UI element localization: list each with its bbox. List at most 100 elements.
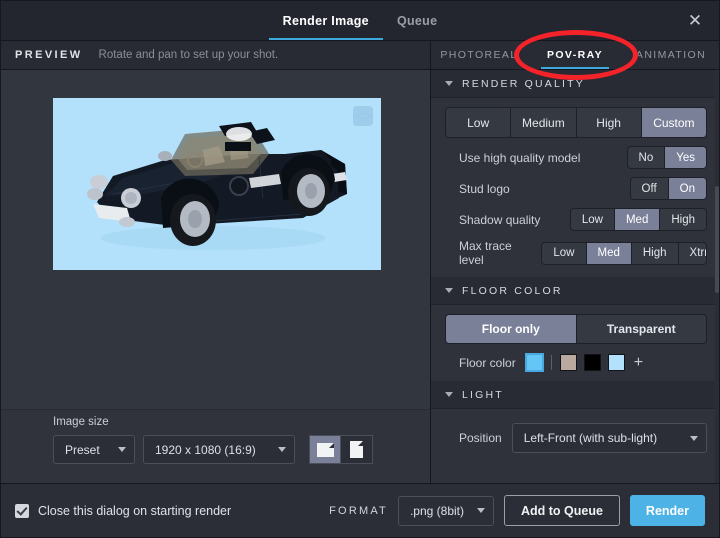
stud-logo-toggle: Off On (629, 177, 707, 200)
preview-canvas[interactable] (53, 98, 381, 270)
floor-color-swatch-3[interactable] (607, 354, 625, 371)
settings-column: PHOTOREAL POV-RAY ANIMATION RENDER QUALI… (431, 41, 719, 483)
shadow-quality-med[interactable]: Med (614, 209, 661, 230)
floor-color-swatch-2[interactable] (583, 354, 601, 371)
stud-logo-off[interactable]: Off (630, 178, 669, 199)
light-position-value: Left-Front (with sub-light) (523, 431, 658, 445)
add-to-queue-button[interactable]: Add to Queue (503, 495, 620, 526)
floor-mode-group: Floor only Transparent (445, 314, 707, 344)
option-label-max-trace-level: Max trace level (459, 239, 512, 267)
preview-hint: Rotate and pan to set up your shot. (98, 49, 279, 61)
quality-preset-medium[interactable]: Medium (511, 108, 577, 137)
settings-scrollbar[interactable] (715, 70, 719, 483)
max-trace-xtrm[interactable]: Xtrm (678, 242, 707, 264)
shadow-quality-high[interactable]: High (660, 209, 706, 230)
tab-animation[interactable]: ANIMATION (623, 41, 719, 69)
fit-view-icon[interactable] (353, 106, 373, 126)
section-body-light: Position Left-Front (with sub-light) (431, 409, 719, 463)
option-row-high-quality-model: Use high quality model No Yes (445, 146, 707, 169)
max-trace-med[interactable]: Med (586, 242, 632, 264)
preview-viewport[interactable] (1, 70, 430, 409)
image-size-bar: Image size Preset 1920 x 1080 (16:9) (1, 409, 430, 483)
tab-photoreal[interactable]: PHOTOREAL (431, 41, 527, 69)
scrollbar-thumb[interactable] (715, 185, 719, 293)
tab-pov-ray[interactable]: POV-RAY (527, 41, 623, 69)
max-trace-low[interactable]: Low (542, 242, 587, 264)
shadow-quality-group: Low Med High (569, 208, 707, 231)
dialog-titlebar: Render Image Queue ✕ (1, 1, 719, 41)
dialog-tab-group: Render Image Queue (268, 1, 452, 40)
preset-dropdown-value: Preset (65, 442, 100, 457)
format-dropdown-value: .png (8bit) (409, 503, 464, 518)
chevron-down-icon[interactable] (445, 288, 453, 293)
section-body-floor-color: Floor only Transparent Floor color + (431, 305, 719, 381)
preview-header: PREVIEW Rotate and pan to set up your sh… (1, 41, 430, 70)
option-row-shadow-quality: Shadow quality Low Med High (445, 208, 707, 231)
orientation-group (309, 435, 373, 464)
floor-mode-transparent[interactable]: Transparent (576, 315, 706, 343)
light-position-row: Position Left-Front (with sub-light) (445, 423, 707, 453)
floor-color-swatch-1[interactable] (559, 354, 577, 371)
close-on-render-label: Close this dialog on starting render (38, 503, 232, 518)
checkbox-icon[interactable] (15, 503, 29, 518)
section-header-render-quality[interactable]: RENDER QUALITY (431, 70, 719, 98)
image-size-controls: Preset 1920 x 1080 (16:9) (53, 435, 430, 464)
chevron-down-icon[interactable] (445, 392, 453, 397)
resolution-dropdown[interactable]: 1920 x 1080 (16:9) (143, 435, 295, 464)
quality-preset-group: Low Medium High Custom (445, 107, 707, 138)
section-title-light: LIGHT (462, 388, 504, 401)
floor-color-current-swatch[interactable] (524, 353, 544, 372)
preview-column: PREVIEW Rotate and pan to set up your sh… (1, 41, 431, 483)
quality-preset-high[interactable]: High (576, 108, 642, 137)
option-label-high-quality-model: Use high quality model (459, 150, 581, 165)
settings-scroll-area: RENDER QUALITY Low Medium High Custom Us… (431, 70, 719, 483)
light-position-label: Position (459, 431, 502, 445)
tab-animation-label: ANIMATION (635, 49, 707, 61)
light-position-dropdown[interactable]: Left-Front (with sub-light) (511, 423, 707, 453)
close-icon[interactable]: ✕ (677, 1, 713, 40)
render-image-dialog: Render Image Queue ✕ PREVIEW Rotate and … (0, 0, 720, 538)
option-label-shadow-quality: Shadow quality (459, 212, 541, 227)
quality-preset-custom[interactable]: Custom (641, 108, 706, 137)
lego-car-render (87, 122, 347, 250)
render-mode-tabs: PHOTOREAL POV-RAY ANIMATION (431, 41, 719, 70)
section-header-floor-color[interactable]: FLOOR COLOR (431, 277, 719, 305)
quality-preset-low[interactable]: Low (446, 108, 512, 137)
stud-logo-on[interactable]: On (668, 178, 706, 199)
preview-title: PREVIEW (15, 49, 83, 61)
page-portrait-icon (350, 441, 363, 458)
high-quality-model-yes[interactable]: Yes (665, 147, 706, 168)
preset-dropdown[interactable]: Preset (53, 435, 135, 464)
page-landscape-icon (316, 442, 334, 457)
landscape-orientation-button[interactable] (309, 435, 341, 464)
high-quality-model-toggle: No Yes (626, 146, 707, 169)
option-row-max-trace-level: Max trace level Low Med High Xtrm (445, 239, 707, 267)
floor-color-swatches: Floor color + (445, 353, 707, 372)
portrait-orientation-button[interactable] (341, 435, 373, 464)
chevron-down-icon[interactable] (445, 81, 453, 86)
chevron-down-icon (476, 508, 485, 513)
format-dropdown[interactable]: .png (8bit) (397, 495, 494, 526)
chevron-down-icon (690, 435, 698, 441)
tab-render-image[interactable]: Render Image (268, 1, 384, 40)
shadow-quality-low[interactable]: Low (570, 209, 615, 230)
max-trace-high[interactable]: High (631, 242, 679, 264)
floor-color-label: Floor color (459, 355, 516, 370)
option-label-stud-logo: Stud logo (459, 181, 510, 196)
tab-queue[interactable]: Queue (383, 1, 451, 40)
chevron-down-icon (118, 447, 126, 452)
dialog-footer: Close this dialog on starting render FOR… (1, 483, 719, 537)
tab-queue-label: Queue (396, 13, 438, 28)
high-quality-model-no[interactable]: No (627, 147, 666, 168)
section-title-floor-color: FLOOR COLOR (462, 284, 563, 297)
option-row-stud-logo: Stud logo Off On (445, 177, 707, 200)
render-button[interactable]: Render (629, 495, 705, 526)
chevron-down-icon (278, 447, 286, 452)
add-floor-color-icon[interactable]: + (634, 354, 643, 371)
section-title-render-quality: RENDER QUALITY (462, 77, 585, 90)
image-size-label: Image size (53, 416, 109, 428)
section-header-light[interactable]: LIGHT (431, 381, 719, 409)
floor-mode-floor-only[interactable]: Floor only (446, 315, 577, 343)
close-on-render-checkbox[interactable]: Close this dialog on starting render (15, 503, 232, 518)
format-label: FORMAT (329, 504, 388, 517)
